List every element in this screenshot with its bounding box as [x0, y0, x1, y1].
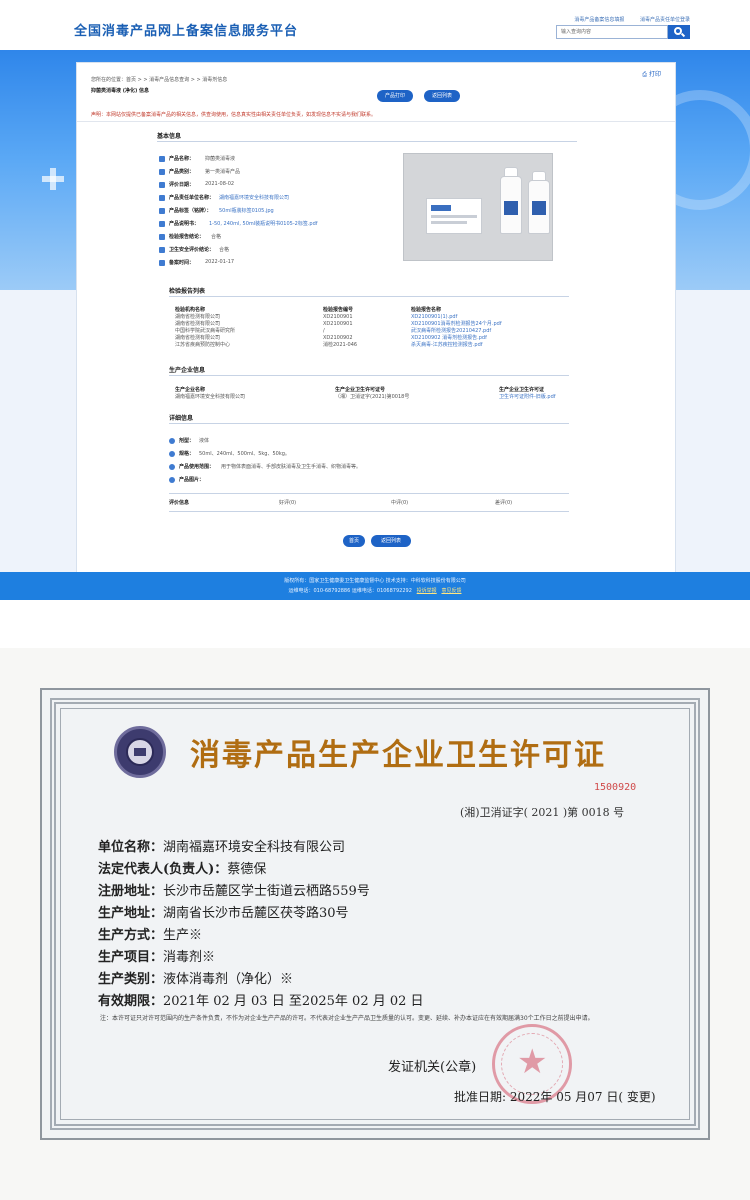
- building-icon: [159, 195, 165, 201]
- product-bottle: [500, 167, 522, 234]
- picture-icon: [169, 477, 175, 483]
- print-icon[interactable]: ⎙ 打印: [642, 69, 661, 79]
- national-emblem-icon: [114, 726, 166, 778]
- site-title[interactable]: 全国消毒产品网上备案信息服务平台: [74, 20, 298, 39]
- field-production-mode: 生产方式：生产※: [98, 928, 203, 943]
- back-to-list-button-bottom[interactable]: 返回列表: [371, 535, 411, 547]
- license-number: (湘)卫消证字( 2021 )第 0018 号: [460, 806, 625, 819]
- record-title: 抑菌类消毒液 (净化) 信息: [91, 88, 150, 94]
- tag-icon: [159, 156, 165, 162]
- issuing-authority: 发证机关(公章): [388, 1060, 477, 1075]
- section-inspection-title: 检验报告列表: [169, 288, 206, 295]
- section-manufacturer-title: 生产企业信息: [169, 367, 206, 374]
- table-row: 中国科学院武汉病毒研究所 / 武汉病毒所检测报告20210427.pdf: [175, 328, 492, 334]
- field-legal-rep: 法定代表人(负责人)：蔡德保: [98, 862, 267, 877]
- field-validity: 有效期限：2021年 02 月 03 日 至2025年 02 月 02 日: [98, 994, 424, 1009]
- footer-copyright: 版权所有：国家卫生健康委卫生健康监督中心 技术支持：中科软科技股份有限公司: [284, 578, 466, 584]
- company-link[interactable]: 湖南福嘉环境安全科技有限公司: [219, 194, 289, 201]
- evaluation-row: 评价信息 好评(0) 中评(0) 差评(0): [169, 499, 569, 509]
- section-details-title: 详细信息: [169, 415, 194, 422]
- home-button[interactable]: 首页: [343, 535, 365, 547]
- medical-cross-icon: [42, 168, 64, 190]
- label-file-link[interactable]: 50ml瓶装标签0105.jpg: [219, 207, 274, 214]
- print-icon-label: 打印: [648, 71, 661, 78]
- field-production-category: 生产类别：液体消毒剂（净化）※: [98, 972, 294, 987]
- field-production-address: 生产地址：湖南省长沙市岳麓区茯苓路30号: [98, 906, 349, 921]
- certificate-serial: 1500920: [594, 782, 637, 793]
- footer-link-feedback[interactable]: 意见反馈: [441, 588, 461, 594]
- section-basic-info-title: 基本信息: [157, 133, 182, 140]
- product-photo[interactable]: [403, 153, 553, 261]
- footer-link-complaint[interactable]: 投诉举报: [417, 588, 437, 594]
- breadcrumb: 您所在的位置：首页 > > 消毒产品信息查询 > > 消毒剂信息: [91, 77, 228, 83]
- check-icon: [159, 234, 165, 240]
- section-evaluation-title: 评价信息: [169, 500, 190, 506]
- product-box: [426, 198, 482, 234]
- field-unit-name: 单位名称：湖南福嘉环境安全科技有限公司: [98, 840, 346, 855]
- disclaimer-notice: 声明：本网站仅提供已备案消毒产品的相关信息，供查询使用，信息真实性由相关责任单位…: [91, 112, 377, 118]
- table-row: 湖南福嘉环境安全科技有限公司 （湘）卫消证字(2021)第0018号 卫生许可证…: [175, 394, 556, 400]
- back-to-list-button[interactable]: 返回列表: [424, 90, 460, 102]
- document-icon: [159, 221, 165, 227]
- good-review-count[interactable]: 好评(0): [279, 499, 296, 506]
- table-row: 湖南省检测有限公司 XD2100902 XD2100902 消毒剂检测报告.pd…: [175, 335, 487, 341]
- web-screenshot: 全国消毒产品网上备案信息服务平台 消毒产品备案信息填报 消毒产品责任单位登录 输…: [0, 0, 750, 600]
- calendar-icon: [159, 182, 165, 188]
- table-row: 江苏省疾病预防控制中心 消检2021-046 杀灭病毒-江苏疾控检测报告.pdf: [175, 342, 483, 348]
- table-row: 湖南省检测有限公司 XD2100901 XD2100901(1).pdf: [175, 314, 458, 320]
- certificate-note: 注：本许可证只对许可范围内的生产条件负责，不作为对企业生产产品的许可。不代表对企…: [100, 1015, 594, 1022]
- inspection-table: 检验机构名称 检验报告编号 检验报告名称 湖南省检测有限公司 XD2100901…: [175, 307, 502, 348]
- search-input[interactable]: 输入查询内容: [556, 25, 668, 39]
- clock-icon: [159, 260, 165, 266]
- category-icon: [159, 169, 165, 175]
- image-icon: [159, 208, 165, 214]
- site-footer: 版权所有：国家卫生健康委卫生健康监督中心 技术支持：中科软科技股份有限公司 运维…: [0, 572, 750, 600]
- manual-file-link[interactable]: 1-50, 240ml, 50ml装瓶说明书0105-2标签.pdf: [209, 220, 318, 227]
- record-panel: 您所在的位置：首页 > > 消毒产品信息查询 > > 消毒剂信息 抑菌类消毒液 …: [76, 62, 676, 574]
- top-links: 消毒产品备案信息填报 消毒产品责任单位登录: [560, 16, 690, 23]
- field-production-item: 生产项目：消毒剂※: [98, 950, 216, 965]
- top-link-register[interactable]: 消毒产品备案信息填报: [574, 17, 624, 23]
- approval-date: 批准日期: 2022年 05 月07 日( 变更): [454, 1090, 656, 1104]
- footer-contact: 运维电话：010-68792886 运维电话：01068792292 投诉举报 …: [288, 588, 462, 594]
- flask-icon: [169, 438, 175, 444]
- table-row: 湖南省检测有限公司 XD2100901 XD2100901消毒剂检测报告24个月…: [175, 321, 502, 327]
- top-link-login[interactable]: 消毒产品责任单位登录: [640, 17, 690, 23]
- scope-icon: [169, 464, 175, 470]
- medium-review-count[interactable]: 中评(0): [391, 499, 408, 506]
- site-header: 全国消毒产品网上备案信息服务平台 消毒产品备案信息填报 消毒产品责任单位登录 输…: [0, 0, 750, 50]
- print-button[interactable]: 产品打印: [377, 90, 413, 102]
- hygiene-license-certificate: 消毒产品生产企业卫生许可证 1500920 (湘)卫消证字( 2021 )第 0…: [40, 688, 710, 1140]
- product-bottle: [528, 171, 550, 234]
- bad-review-count[interactable]: 差评(0): [495, 499, 512, 506]
- certificate-title: 消毒产品生产企业卫生许可证: [190, 738, 606, 773]
- shield-icon: [159, 247, 165, 253]
- manufacturer-table: 生产企业名称 生产企业卫生许可证号 生产企业卫生许可证 湖南福嘉环境安全科技有限…: [175, 387, 556, 400]
- search-button[interactable]: [668, 25, 690, 39]
- field-registered-address: 注册地址：长沙市岳麓区学士街道云栖路559号: [98, 884, 370, 899]
- ruler-icon: [169, 451, 175, 457]
